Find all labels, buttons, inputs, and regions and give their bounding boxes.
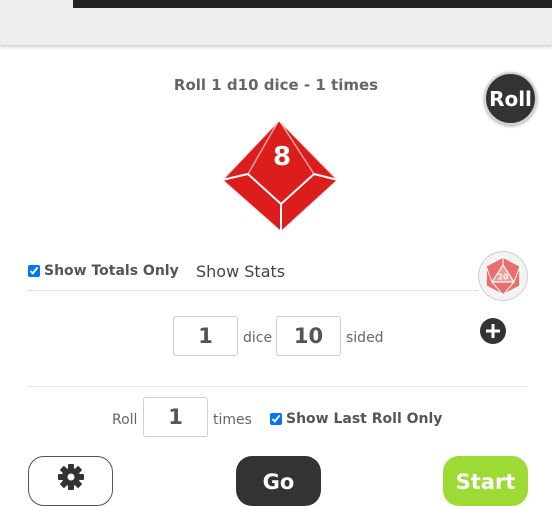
divider xyxy=(28,290,478,291)
section-divider xyxy=(28,386,528,387)
d20-icon: 20 xyxy=(485,256,521,296)
settings-button[interactable] xyxy=(28,456,113,506)
sided-label: sided xyxy=(346,330,384,346)
roll-summary: Roll 1 d10 dice - 1 times xyxy=(173,76,379,94)
plus-icon xyxy=(486,324,500,338)
show-totals-option[interactable]: Show Totals Only xyxy=(28,263,179,279)
roll-times-input[interactable] xyxy=(143,397,208,437)
dice-type-button[interactable]: 20 xyxy=(478,251,528,301)
top-bar xyxy=(0,0,552,46)
top-nav-strip xyxy=(73,0,552,8)
add-dice-button[interactable] xyxy=(480,318,506,344)
roll-button[interactable]: Roll xyxy=(484,72,537,125)
show-stats-link[interactable]: Show Stats xyxy=(196,262,285,281)
d20-badge-text: 20 xyxy=(498,273,508,282)
dice-sides-input[interactable] xyxy=(276,316,341,356)
roll-times-prefix: Roll xyxy=(112,412,138,428)
dice-count-input[interactable] xyxy=(173,316,238,356)
dice-label: dice xyxy=(243,330,273,346)
start-button[interactable]: Start xyxy=(443,456,528,506)
go-button[interactable]: Go xyxy=(236,456,321,506)
d10-die-icon[interactable] xyxy=(218,118,340,234)
roll-times-suffix: times xyxy=(213,412,252,428)
die-result: 8 xyxy=(272,142,292,172)
show-last-roll-option[interactable]: Show Last Roll Only xyxy=(270,411,442,427)
show-last-roll-label[interactable]: Show Last Roll Only xyxy=(286,411,442,427)
show-totals-label[interactable]: Show Totals Only xyxy=(44,263,179,279)
show-last-roll-checkbox[interactable] xyxy=(270,413,282,425)
show-totals-checkbox[interactable] xyxy=(28,265,40,277)
